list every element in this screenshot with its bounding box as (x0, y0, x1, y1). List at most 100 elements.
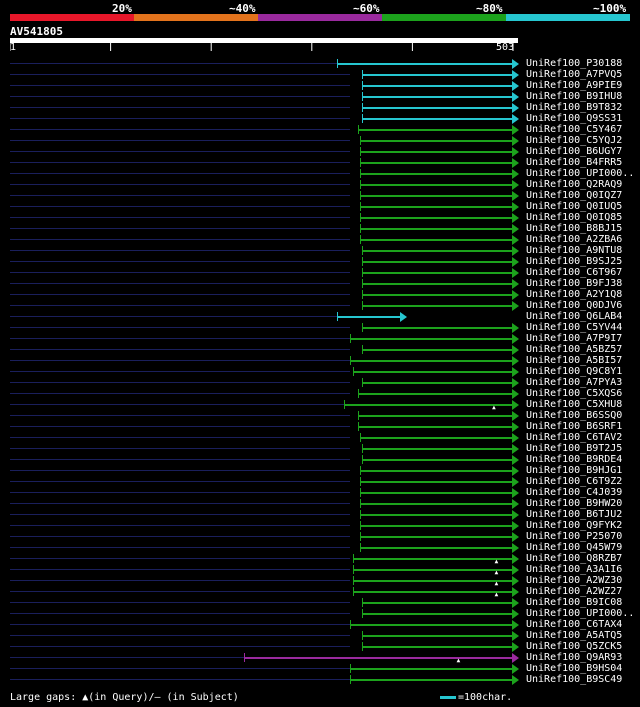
hit-id-link[interactable]: UniRef100_B9T2J5 (526, 443, 622, 454)
hit-id-link[interactable]: UniRef100_B4FRR5 (526, 157, 622, 168)
hit-row[interactable]: UniRef100_B9SJ25 (0, 256, 640, 267)
hit-alignment-segment[interactable] (359, 195, 512, 197)
hit-alignment-segment[interactable] (359, 173, 512, 175)
hit-row[interactable]: UniRef100_C5XQS6 (0, 388, 640, 399)
hit-id-link[interactable]: UniRef100_Q6LAB4 (526, 311, 622, 322)
hit-id-link[interactable]: UniRef100_B9HW20 (526, 498, 622, 509)
hit-id-link[interactable]: UniRef100_Q9C8Y1 (526, 366, 622, 377)
hit-alignment-segment[interactable] (362, 261, 512, 263)
hit-id-link[interactable]: UniRef100_B8BJ15 (526, 223, 622, 234)
hit-alignment-segment[interactable] (352, 580, 512, 582)
hit-id-link[interactable]: UniRef100_B9HJG1 (526, 465, 622, 476)
hit-alignment-segment[interactable] (352, 591, 512, 593)
hit-id-link[interactable]: UniRef100_Q8RZB7 (526, 553, 622, 564)
hit-id-link[interactable]: UniRef100_B9SC49 (526, 674, 622, 685)
hit-alignment-segment[interactable] (350, 360, 512, 362)
hit-id-link[interactable]: UniRef100_A3A1I6 (526, 564, 622, 575)
hit-id-link[interactable]: UniRef100_P30188 (526, 58, 622, 69)
hit-alignment-segment[interactable] (362, 118, 512, 120)
hit-row[interactable]: UniRef100_B6SSQ0 (0, 410, 640, 421)
hit-alignment-segment[interactable] (336, 316, 401, 318)
hit-alignment-segment[interactable] (359, 437, 512, 439)
hit-row[interactable]: ▲ UniRef100_C5XHU8 (0, 399, 640, 411)
hit-row[interactable]: UniRef100_B9RDE4 (0, 454, 640, 465)
hit-row[interactable]: ▲ UniRef100_A3A1I6 (0, 564, 640, 576)
hit-id-link[interactable]: UniRef100_UPI000.. (526, 168, 634, 179)
hit-id-link[interactable]: UniRef100_C6T9Z2 (526, 476, 622, 487)
hit-alignment-segment[interactable] (362, 107, 512, 109)
hit-row[interactable]: UniRef100_A7P9I7 (0, 333, 640, 344)
hit-alignment-segment[interactable] (359, 481, 512, 483)
hit-id-link[interactable]: UniRef100_Q9SS31 (526, 113, 622, 124)
hit-alignment-segment[interactable] (359, 503, 512, 505)
hit-id-link[interactable]: UniRef100_B9HS04 (526, 663, 622, 674)
hit-row[interactable]: UniRef100_B4FRR5 (0, 157, 640, 168)
hit-row[interactable]: UniRef100_B9HW20 (0, 498, 640, 509)
hit-alignment-segment[interactable] (362, 272, 512, 274)
hit-alignment-segment[interactable] (359, 536, 512, 538)
hit-id-link[interactable]: UniRef100_C6TAV2 (526, 432, 622, 443)
hit-row[interactable]: UniRef100_B6TJU2 (0, 509, 640, 520)
hit-alignment-segment[interactable] (357, 415, 512, 417)
hit-alignment-segment[interactable] (352, 569, 512, 571)
hit-row[interactable]: ▲ UniRef100_Q9AR93 (0, 652, 640, 664)
hit-alignment-segment[interactable] (357, 426, 512, 428)
hit-row[interactable]: UniRef100_C4J039 (0, 487, 640, 498)
hit-id-link[interactable]: UniRef100_B9IHU8 (526, 91, 622, 102)
hit-alignment-segment[interactable] (362, 96, 512, 98)
hit-alignment-segment[interactable] (362, 382, 512, 384)
hit-alignment-segment[interactable] (350, 668, 512, 670)
hit-row[interactable]: UniRef100_Q9FYK2 (0, 520, 640, 531)
hit-id-link[interactable]: UniRef100_C4J039 (526, 487, 622, 498)
hit-id-link[interactable]: UniRef100_A5BZ57 (526, 344, 622, 355)
hit-id-link[interactable]: UniRef100_B9IC08 (526, 597, 622, 608)
hit-row[interactable]: ▲ UniRef100_A2WZ30 (0, 575, 640, 587)
hit-id-link[interactable]: UniRef100_B6SRF1 (526, 421, 622, 432)
hit-id-link[interactable]: UniRef100_B9T832 (526, 102, 622, 113)
hit-row[interactable]: UniRef100_A2ZBA6 (0, 234, 640, 245)
hit-alignment-segment[interactable] (362, 294, 512, 296)
hit-row[interactable]: UniRef100_Q0IUQ5 (0, 201, 640, 212)
hit-row[interactable]: UniRef100_UPI000.. (0, 168, 640, 179)
hit-id-link[interactable]: UniRef100_Q9AR93 (526, 652, 622, 663)
hit-id-link[interactable]: UniRef100_A7PVQ5 (526, 69, 622, 80)
hit-row[interactable]: UniRef100_B9HJG1 (0, 465, 640, 476)
hit-row[interactable]: UniRef100_Q0DJV6 (0, 300, 640, 311)
hit-alignment-segment[interactable] (350, 624, 512, 626)
hit-alignment-segment[interactable] (359, 162, 512, 164)
hit-id-link[interactable]: UniRef100_Q0DJV6 (526, 300, 622, 311)
hit-id-link[interactable]: UniRef100_C5XQS6 (526, 388, 622, 399)
hit-id-link[interactable]: UniRef100_C5YQJ2 (526, 135, 622, 146)
hit-row[interactable]: UniRef100_Q45W79 (0, 542, 640, 553)
hit-row[interactable]: UniRef100_B9IC08 (0, 597, 640, 608)
hit-alignment-segment[interactable] (243, 657, 512, 659)
hit-row[interactable]: UniRef100_Q0IQ85 (0, 212, 640, 223)
hit-alignment-segment[interactable] (357, 393, 512, 395)
hit-alignment-segment[interactable] (362, 74, 512, 76)
hit-id-link[interactable]: UniRef100_A5BI57 (526, 355, 622, 366)
hit-row[interactable]: ▲ UniRef100_Q8RZB7 (0, 553, 640, 565)
hit-id-link[interactable]: UniRef100_A2ZBA6 (526, 234, 622, 245)
hit-alignment-segment[interactable] (359, 140, 512, 142)
hit-alignment-segment[interactable] (350, 338, 512, 340)
hit-row[interactable]: UniRef100_Q9SS31 (0, 113, 640, 124)
hit-alignment-segment[interactable] (362, 327, 512, 329)
hit-row[interactable]: UniRef100_B6UGY7 (0, 146, 640, 157)
hit-alignment-segment[interactable] (352, 558, 512, 560)
hit-alignment-segment[interactable] (359, 492, 512, 494)
hit-id-link[interactable]: UniRef100_C5Y467 (526, 124, 622, 135)
hit-id-link[interactable]: UniRef100_Q0IQZ7 (526, 190, 622, 201)
hit-row[interactable]: UniRef100_B9FJ38 (0, 278, 640, 289)
hit-id-link[interactable]: UniRef100_B9SJ25 (526, 256, 622, 267)
hit-alignment-segment[interactable] (359, 470, 512, 472)
hit-row[interactable]: UniRef100_B9SC49 (0, 674, 640, 685)
hit-row[interactable]: ▲ UniRef100_A2WZ27 (0, 586, 640, 598)
hit-row[interactable]: UniRef100_A5ATQ5 (0, 630, 640, 641)
hit-id-link[interactable]: UniRef100_A9PIE9 (526, 80, 622, 91)
hit-id-link[interactable]: UniRef100_A2WZ27 (526, 586, 622, 597)
hit-alignment-segment[interactable] (362, 459, 512, 461)
hit-row[interactable]: UniRef100_C6T967 (0, 267, 640, 278)
hit-row[interactable]: UniRef100_A5BZ57 (0, 344, 640, 355)
hit-row[interactable]: UniRef100_C6TAV2 (0, 432, 640, 443)
hit-id-link[interactable]: UniRef100_Q2RAQ9 (526, 179, 622, 190)
